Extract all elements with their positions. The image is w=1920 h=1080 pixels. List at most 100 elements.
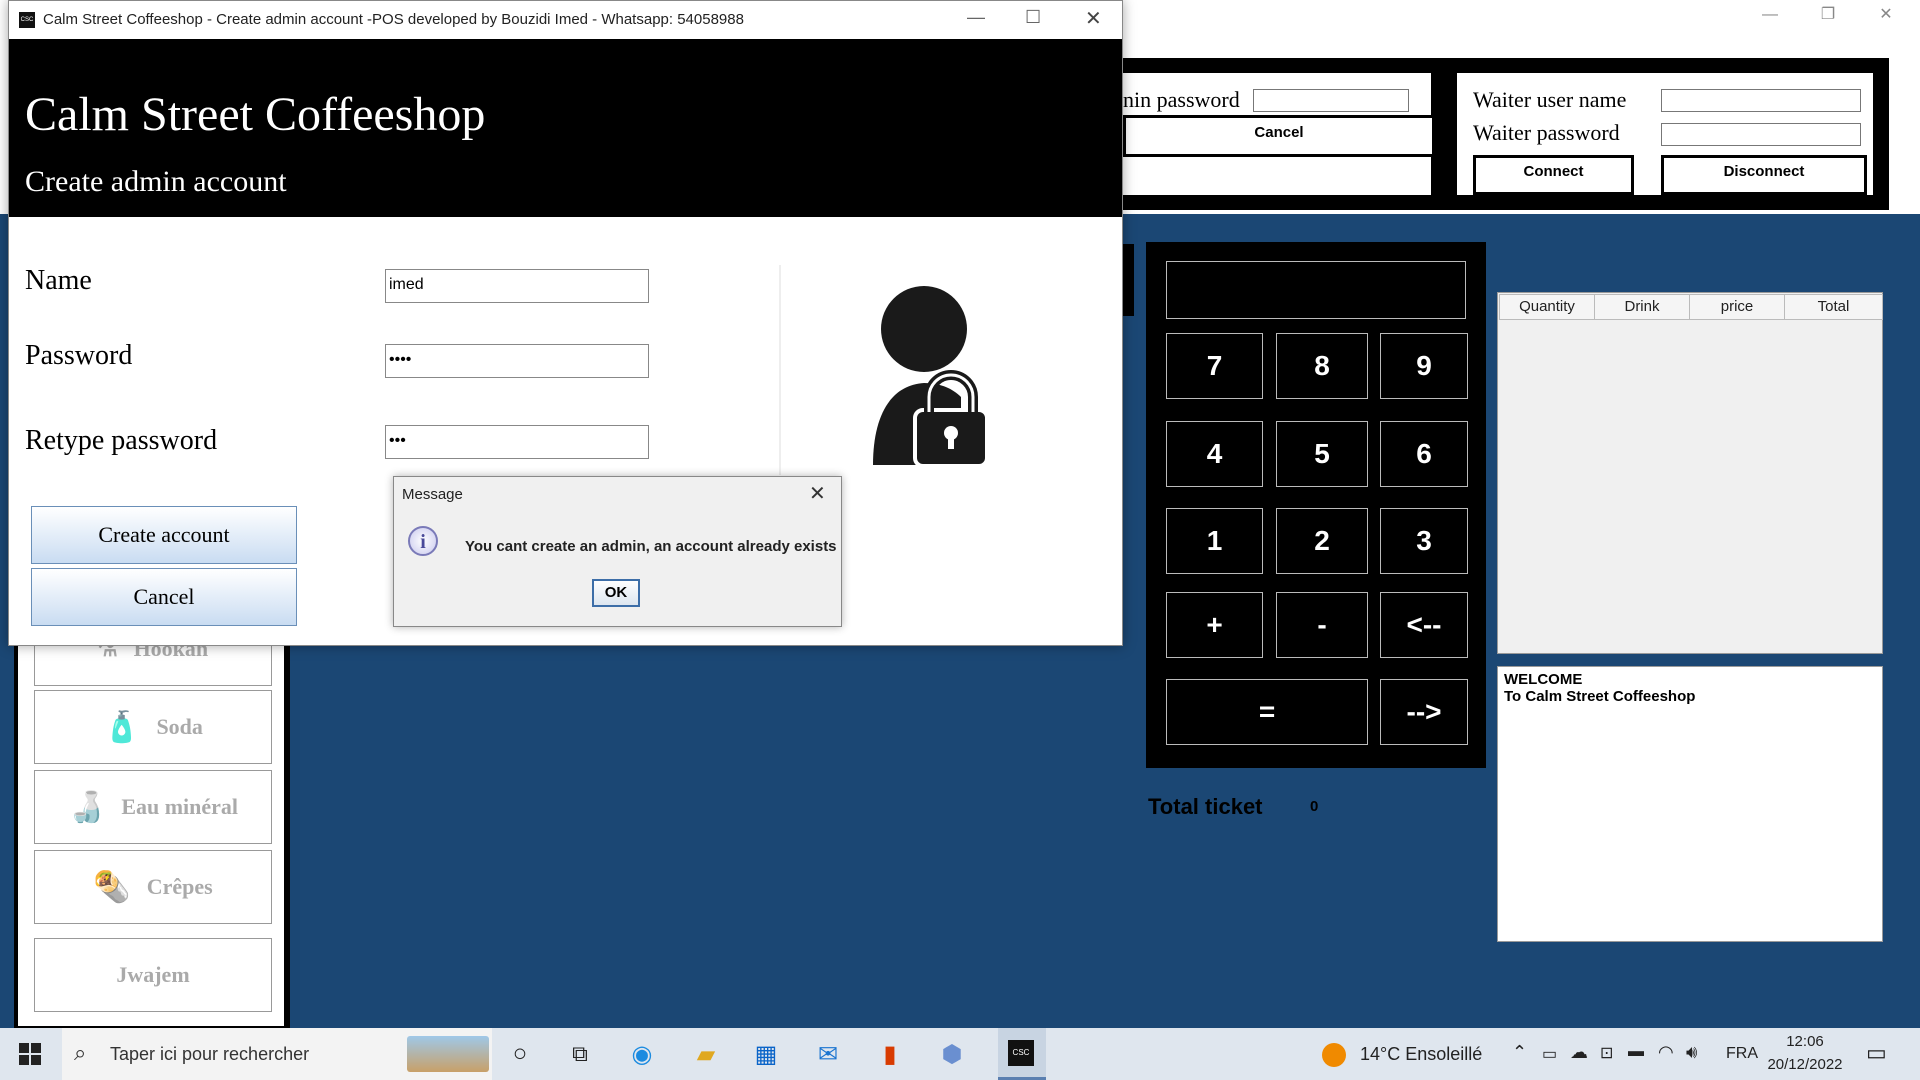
column-header-total[interactable]: Total — [1784, 294, 1883, 320]
battery-icon[interactable]: ▬ — [1628, 1043, 1644, 1061]
cancel-button[interactable]: Cancel — [31, 568, 297, 626]
windows-start-icon[interactable] — [14, 1038, 46, 1070]
key-backspace[interactable]: <-- — [1380, 592, 1468, 658]
key-plus[interactable]: + — [1166, 592, 1263, 658]
mail-icon[interactable]: ✉ — [812, 1038, 844, 1070]
clock-time[interactable]: 12:06 — [1770, 1033, 1840, 1050]
column-header-drink[interactable]: Drink — [1594, 294, 1690, 320]
dialog-titlebar: CSC Calm Street Coffeeshop - Create admi… — [9, 1, 1122, 39]
weather-text[interactable]: 14°C Ensoleillé — [1360, 1044, 1482, 1065]
create-account-button[interactable]: Create account — [31, 506, 297, 564]
taskbar-search-box[interactable]: ⌕ Taper ici pour rechercher — [62, 1028, 492, 1080]
clock-date[interactable]: 20/12/2022 — [1764, 1056, 1846, 1073]
ok-button[interactable]: OK — [592, 579, 640, 607]
vertical-divider — [779, 265, 781, 475]
search-placeholder: Taper ici pour rechercher — [110, 1044, 310, 1064]
key-7[interactable]: 7 — [1166, 333, 1263, 399]
csc-app-icon: CSC — [1008, 1040, 1034, 1066]
soda-bottle-icon: 🧴 — [103, 710, 141, 744]
key-minus[interactable]: - — [1276, 592, 1368, 658]
waiter-login-panel: Waiter user name Waiter password Connect… — [1456, 72, 1874, 196]
admin-login-panel: nin password Cancel — [1122, 72, 1435, 196]
task-view-icon[interactable]: ⧉ — [564, 1038, 596, 1070]
close-icon[interactable]: ✕ — [1858, 2, 1914, 28]
chevron-up-icon[interactable]: ⌃ — [1512, 1042, 1527, 1063]
search-highlight-image — [407, 1036, 489, 1072]
minimize-icon[interactable]: — — [967, 7, 985, 28]
message-dialog: Message ✕ i You cant create an admin, an… — [393, 476, 842, 627]
category-soda[interactable]: 🧴 Soda — [34, 690, 272, 764]
close-icon[interactable]: ✕ — [809, 481, 826, 506]
language-indicator[interactable]: FRA — [1726, 1045, 1758, 1063]
restore-icon[interactable]: ❐ — [1800, 2, 1856, 28]
key-equals[interactable]: = — [1166, 679, 1368, 745]
header-subtitle: Create admin account — [25, 165, 287, 198]
category-jwajem[interactable]: Jwajem — [34, 938, 272, 1012]
meet-now-icon[interactable]: ▭ — [1542, 1044, 1557, 1064]
admin-password-label: nin password — [1123, 87, 1240, 112]
message-text: You cant create an admin, an account alr… — [465, 538, 837, 555]
key-2[interactable]: 2 — [1276, 508, 1368, 574]
login-panel-area: nin password Cancel Waiter user name Wai… — [1122, 58, 1889, 210]
retype-password-field[interactable]: ••• — [385, 425, 649, 459]
taskbar-app-csc[interactable]: CSC — [998, 1028, 1046, 1080]
key-3[interactable]: 3 — [1380, 508, 1468, 574]
order-table: Quantity Drink price Total — [1497, 292, 1883, 654]
name-label: Name — [25, 265, 92, 296]
key-5[interactable]: 5 — [1276, 421, 1368, 487]
connect-button[interactable]: Connect — [1473, 155, 1634, 195]
column-header-quantity[interactable]: Quantity — [1499, 294, 1595, 320]
onedrive-icon[interactable]: ☁ — [1570, 1042, 1588, 1063]
disconnect-button[interactable]: Disconnect — [1661, 155, 1867, 195]
category-crepes[interactable]: 🌯 Crêpes — [34, 850, 272, 924]
message-title: Message — [402, 486, 463, 503]
key-6[interactable]: 6 — [1380, 421, 1468, 487]
admin-lock-icon — [871, 285, 989, 468]
wifi-icon[interactable]: ◠ — [1658, 1042, 1674, 1063]
info-icon: i — [408, 526, 438, 556]
waiter-user-field[interactable] — [1661, 89, 1861, 112]
header-title: Calm Street Coffeeshop — [25, 88, 486, 141]
close-icon[interactable]: ✕ — [1085, 6, 1102, 31]
category-eau-mineral[interactable]: 🍶 Eau minéral — [34, 770, 272, 844]
key-1[interactable]: 1 — [1166, 508, 1263, 574]
key-9[interactable]: 9 — [1380, 333, 1468, 399]
dialog-header: Calm Street Coffeeshop Create admin acco… — [9, 39, 1122, 217]
file-explorer-icon[interactable]: ▰ — [690, 1038, 722, 1070]
crepe-icon: 🌯 — [93, 870, 131, 904]
notifications-icon[interactable]: ▭ — [1866, 1040, 1887, 1066]
microsoft-store-icon[interactable]: ▦ — [750, 1038, 782, 1070]
key-enter[interactable]: --> — [1380, 679, 1468, 745]
password-field[interactable]: •••• — [385, 344, 649, 378]
weather-sun-icon — [1322, 1043, 1346, 1067]
welcome-text-area[interactable]: WELCOME To Calm Street Coffeeshop — [1497, 666, 1883, 942]
password-label: Password — [25, 340, 133, 371]
maximize-icon[interactable]: ☐ — [1025, 7, 1041, 28]
volume-icon[interactable]: 🔊︎ — [1686, 1042, 1697, 1063]
name-field[interactable]: imed — [385, 269, 649, 303]
admin-password-field[interactable] — [1253, 89, 1409, 112]
key-8[interactable]: 8 — [1276, 333, 1368, 399]
keypad-display — [1166, 261, 1466, 319]
waiter-password-field[interactable] — [1661, 123, 1861, 146]
column-header-price[interactable]: price — [1689, 294, 1785, 320]
cortana-icon[interactable]: ○ — [504, 1038, 536, 1070]
security-icon[interactable]: ⊡ — [1600, 1043, 1613, 1063]
welcome-line-2: To Calm Street Coffeeshop — [1504, 688, 1696, 705]
minimize-icon[interactable]: — — [1742, 2, 1798, 28]
dialog-title: Calm Street Coffeeshop - Create admin ac… — [43, 11, 744, 28]
app-icon: CSC — [19, 12, 35, 28]
office-icon[interactable]: ▮ — [874, 1038, 906, 1070]
edge-icon[interactable]: ◉ — [626, 1038, 658, 1070]
key-4[interactable]: 4 — [1166, 421, 1263, 487]
retype-password-label: Retype password — [25, 425, 218, 456]
search-icon: ⌕ — [74, 1040, 87, 1065]
welcome-line-1: WELCOME — [1504, 671, 1583, 688]
total-ticket-label: Total ticket — [1148, 794, 1263, 819]
water-bottle-icon: 🍶 — [67, 790, 106, 824]
waiter-password-label: Waiter password — [1473, 120, 1620, 145]
total-ticket-value: 0 — [1310, 798, 1319, 815]
waiter-user-label: Waiter user name — [1473, 87, 1627, 112]
cancel-button[interactable]: Cancel — [1123, 115, 1435, 157]
netbeans-icon[interactable]: ⬢ — [936, 1038, 968, 1070]
